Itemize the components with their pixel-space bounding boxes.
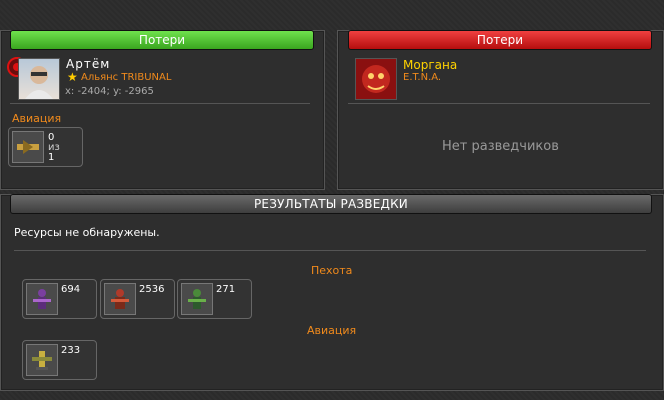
infantry-unit-card[interactable]: 2536 <box>100 279 175 319</box>
aviation-unit-card[interactable]: 233 <box>22 340 97 380</box>
aviation-unit-count: 233 <box>61 345 81 356</box>
infantry-unit-icon <box>181 283 213 315</box>
aviation-unit-icon <box>26 344 58 376</box>
infantry-unit-count: 694 <box>61 284 81 295</box>
unit-total-count: 1 <box>48 152 55 163</box>
resources-status: Ресурсы не обнаружены. <box>14 226 160 239</box>
infantry-unit-icon <box>104 283 136 315</box>
attacker-avatar[interactable] <box>18 58 60 100</box>
attacker-unit-card[interactable]: 0 из 1 <box>8 127 83 167</box>
attacker-name[interactable]: Артём <box>66 57 110 71</box>
attacker-losses-header: Потери <box>10 30 314 50</box>
star-icon: ★ <box>67 70 78 84</box>
aviation-section-title: Авиация <box>307 324 357 337</box>
attacker-alliance[interactable]: Альянс TRIBUNAL <box>81 72 171 83</box>
aircraft-icon <box>12 131 44 163</box>
infantry-unit-icon <box>26 283 58 315</box>
defender-losses-header: Потери <box>348 30 652 50</box>
infantry-section-title: Пехота <box>311 264 353 277</box>
divider <box>348 103 650 104</box>
attacker-section-aviation: Авиация <box>12 112 62 125</box>
scout-results-header: РЕЗУЛЬТАТЫ РАЗВЕДКИ <box>10 194 652 214</box>
defender-name[interactable]: Моргана <box>403 58 457 72</box>
defender-alliance[interactable]: E.T.N.A. <box>403 72 441 83</box>
infantry-unit-count: 271 <box>216 284 236 295</box>
infantry-unit-card[interactable]: 271 <box>177 279 252 319</box>
divider <box>10 103 310 104</box>
divider <box>14 250 646 251</box>
defender-avatar[interactable] <box>355 58 397 100</box>
no-scouts-message: Нет разведчиков <box>442 139 559 154</box>
infantry-unit-card[interactable]: 694 <box>22 279 97 319</box>
infantry-unit-count: 2536 <box>139 284 165 295</box>
defender-panel <box>337 30 664 190</box>
attacker-coords[interactable]: x: -2404; y: -2965 <box>65 86 154 97</box>
